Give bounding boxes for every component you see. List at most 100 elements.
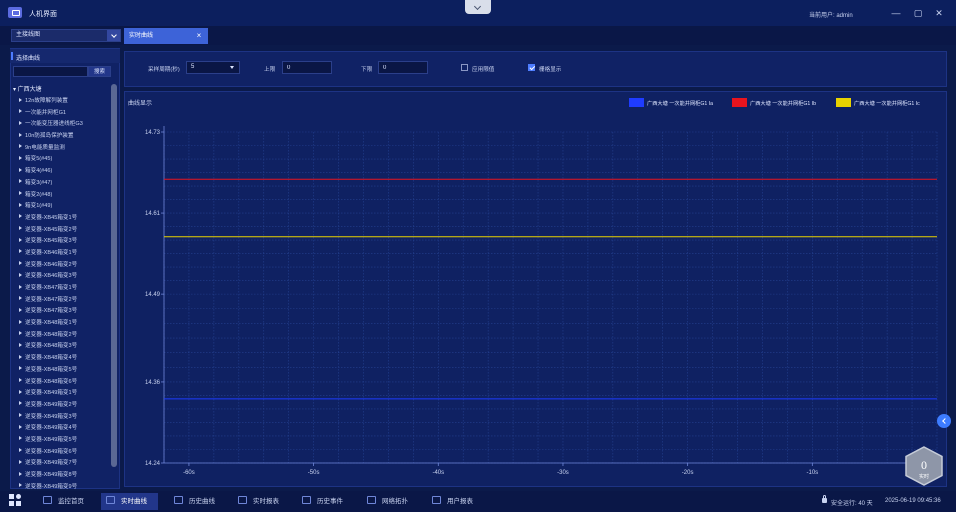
tree-item[interactable]: 逆变器-XB45箱变2号	[10, 225, 110, 237]
period-select[interactable]: 5	[186, 61, 240, 74]
lower-limit-input[interactable]	[378, 61, 428, 74]
tree-item-label: 逆变器-XB49箱变4号	[25, 425, 78, 432]
tree-item-label: 逆变器-XB48箱变6号	[25, 378, 78, 385]
period-label: 采样周期(秒)	[148, 67, 180, 73]
start-grid-icon[interactable]	[9, 494, 22, 507]
maximize-button[interactable]: ▢	[911, 6, 925, 20]
tree-item[interactable]: 逆变器-XB45箱变3号	[10, 236, 110, 248]
tree-item[interactable]: 9n电能质量监测	[10, 143, 110, 155]
tree-item[interactable]: 逆变器-XB48箱变1号	[10, 318, 110, 330]
caret-right-icon	[19, 237, 22, 242]
tree-item[interactable]: 逆变器-XB48箱变2号	[10, 330, 110, 342]
tree-item-label: 逆变器-XB47箱变2号	[25, 296, 78, 303]
line-chart[interactable]: 曲线显示 广西大塘 一次能并网柜G1 Ia 广西大塘 一次能并网柜G1 Ib 广西大…	[124, 91, 947, 487]
caret-right-icon	[19, 191, 22, 195]
legend-label: 广西大塘 一次能并网柜G1 Ia	[647, 99, 713, 107]
tree-item[interactable]: 箱变2(#48)	[10, 190, 110, 202]
caret-right-icon	[19, 342, 22, 347]
caret-right-icon	[19, 389, 22, 394]
taskbar-item-icon	[238, 496, 247, 504]
search-input[interactable]	[13, 66, 88, 77]
tree-item-label: 逆变器-XB49箱变2号	[25, 401, 78, 408]
side-panel-toggle-icon[interactable]	[937, 414, 951, 428]
taskbar-item-label: 网络拓扑	[382, 498, 408, 505]
taskbar-item[interactable]: 用户报表	[427, 493, 481, 510]
chevron-down-icon[interactable]	[107, 30, 120, 41]
caret-right-icon	[19, 97, 22, 102]
close-button[interactable]: ✕	[932, 6, 946, 20]
caret-right-icon	[19, 202, 22, 207]
tree-item[interactable]: 10n防孤岛保护装置	[10, 131, 110, 143]
collapse-chevron-icon[interactable]	[465, 0, 491, 14]
tree-item[interactable]: 箱变3(#47)	[10, 178, 110, 190]
tree-item-label: 逆变器-XB47箱变1号	[25, 285, 78, 291]
caret-right-icon	[19, 179, 22, 184]
tree-item-label: 逆变器-XB47箱变3号	[25, 308, 78, 315]
tree-item[interactable]: 逆变器-XB49箱变7号	[10, 458, 110, 470]
tree-item[interactable]: 逆变器-XB48箱变5号	[10, 365, 110, 377]
taskbar-item[interactable]: 实时报表	[233, 493, 288, 510]
tree-item[interactable]: 箱变4(#46)	[10, 166, 110, 178]
tree-item[interactable]: 逆变器-XB45箱变1号	[10, 213, 110, 225]
tree-item[interactable]: 逆变器-XB46箱变1号	[10, 248, 110, 260]
taskbar-item[interactable]: 监控首页	[38, 493, 92, 510]
minimize-button[interactable]: —	[889, 6, 903, 20]
tree-item[interactable]: 逆变器-XB48箱变4号	[10, 353, 110, 365]
tree-root-node[interactable]: ▾ 广西大塘	[13, 84, 42, 93]
legend-label: 广西大塘 一次能并网柜G1 Ib	[750, 99, 816, 107]
bottom-strip	[0, 512, 956, 523]
x-tick-label: -30s	[557, 470, 569, 476]
tree-item[interactable]: 逆变器-XB46箱变2号	[10, 260, 110, 272]
tree-item[interactable]: 逆变器-XB47箱变1号	[10, 283, 110, 295]
tree-item-label: 逆变器-XB46箱变3号	[25, 273, 78, 280]
sidebar-scrollbar[interactable]	[111, 84, 117, 467]
chart-series	[164, 178, 937, 400]
tree-item-label: 逆变器-XB45箱变3号	[25, 238, 78, 245]
taskbar-item-icon	[43, 496, 52, 504]
grid-display-checkbox[interactable]	[528, 64, 535, 71]
caret-right-icon	[19, 413, 22, 418]
tree-item[interactable]: 逆变器-XB47箱变3号	[10, 306, 110, 318]
apply-threshold-checkbox[interactable]	[461, 64, 468, 71]
tree-item-label: 逆变器-XB45箱变1号	[25, 214, 78, 221]
tree-item[interactable]: 逆变器-XB49箱变1号	[10, 388, 110, 400]
y-tick-label: 14.49	[145, 292, 161, 298]
taskbar-item[interactable]: 历史曲线	[169, 493, 224, 510]
upper-limit-input[interactable]	[282, 61, 332, 74]
tree-item[interactable]: 逆变器-XB49箱变5号	[10, 435, 110, 447]
tree-item[interactable]: 逆变器-XB49箱变3号	[10, 412, 110, 424]
tree-item-label: 逆变器-XB49箱变3号	[25, 413, 78, 420]
tab-close-button[interactable]: ×	[194, 28, 204, 44]
caret-right-icon	[19, 155, 22, 160]
tree-item[interactable]: 箱变1(#49)	[10, 201, 110, 213]
tree-item[interactable]: 一次能并网柜G1	[10, 108, 110, 120]
realtime-badge[interactable]: 0 实时	[903, 446, 945, 486]
tree-item-label: 逆变器-XB49箱变6号	[25, 448, 78, 455]
view-mode-select[interactable]: 主接线图	[11, 29, 121, 42]
caret-right-icon	[19, 144, 22, 149]
lower-limit-label: 下限	[361, 67, 373, 73]
grid-display-label: 栅格显示	[539, 67, 562, 73]
tree-item-label: 逆变器-XB49箱变9号	[25, 483, 78, 490]
taskbar-item-icon	[106, 496, 115, 504]
caret-right-icon	[19, 132, 22, 137]
search-button[interactable]: 搜索	[88, 66, 111, 77]
badge-label: 实时	[919, 473, 929, 480]
tree-item[interactable]: 逆变器-XB48箱变6号	[10, 377, 110, 389]
caret-right-icon	[19, 319, 22, 324]
taskbar-item[interactable]: 实时曲线	[101, 493, 158, 510]
tree-item[interactable]: 逆变器-XB48箱变3号	[10, 341, 110, 353]
tree-item[interactable]: 逆变器-XB49箱变4号	[10, 423, 110, 435]
tree-item[interactable]: 逆变器-XB46箱变3号	[10, 271, 110, 283]
taskbar-item-label: 历史事件	[317, 498, 343, 505]
tree-item-label: 逆变器-XB48箱变1号	[25, 320, 78, 327]
taskbar-item[interactable]: 网络拓扑	[362, 493, 418, 510]
tree-item[interactable]: 12n故障解列装置	[10, 96, 110, 108]
tree-item[interactable]: 逆变器-XB49箱变8号	[10, 470, 110, 482]
tree-item[interactable]: 逆变器-XB47箱变2号	[10, 295, 110, 307]
tree-item[interactable]: 一次能变压器进线柜G3	[10, 119, 110, 131]
tree-item[interactable]: 逆变器-XB49箱变2号	[10, 400, 110, 412]
tree-item[interactable]: 箱变5(#45)	[10, 154, 110, 166]
tree-item[interactable]: 逆变器-XB49箱变6号	[10, 447, 110, 459]
taskbar-item[interactable]: 历史事件	[297, 493, 353, 510]
